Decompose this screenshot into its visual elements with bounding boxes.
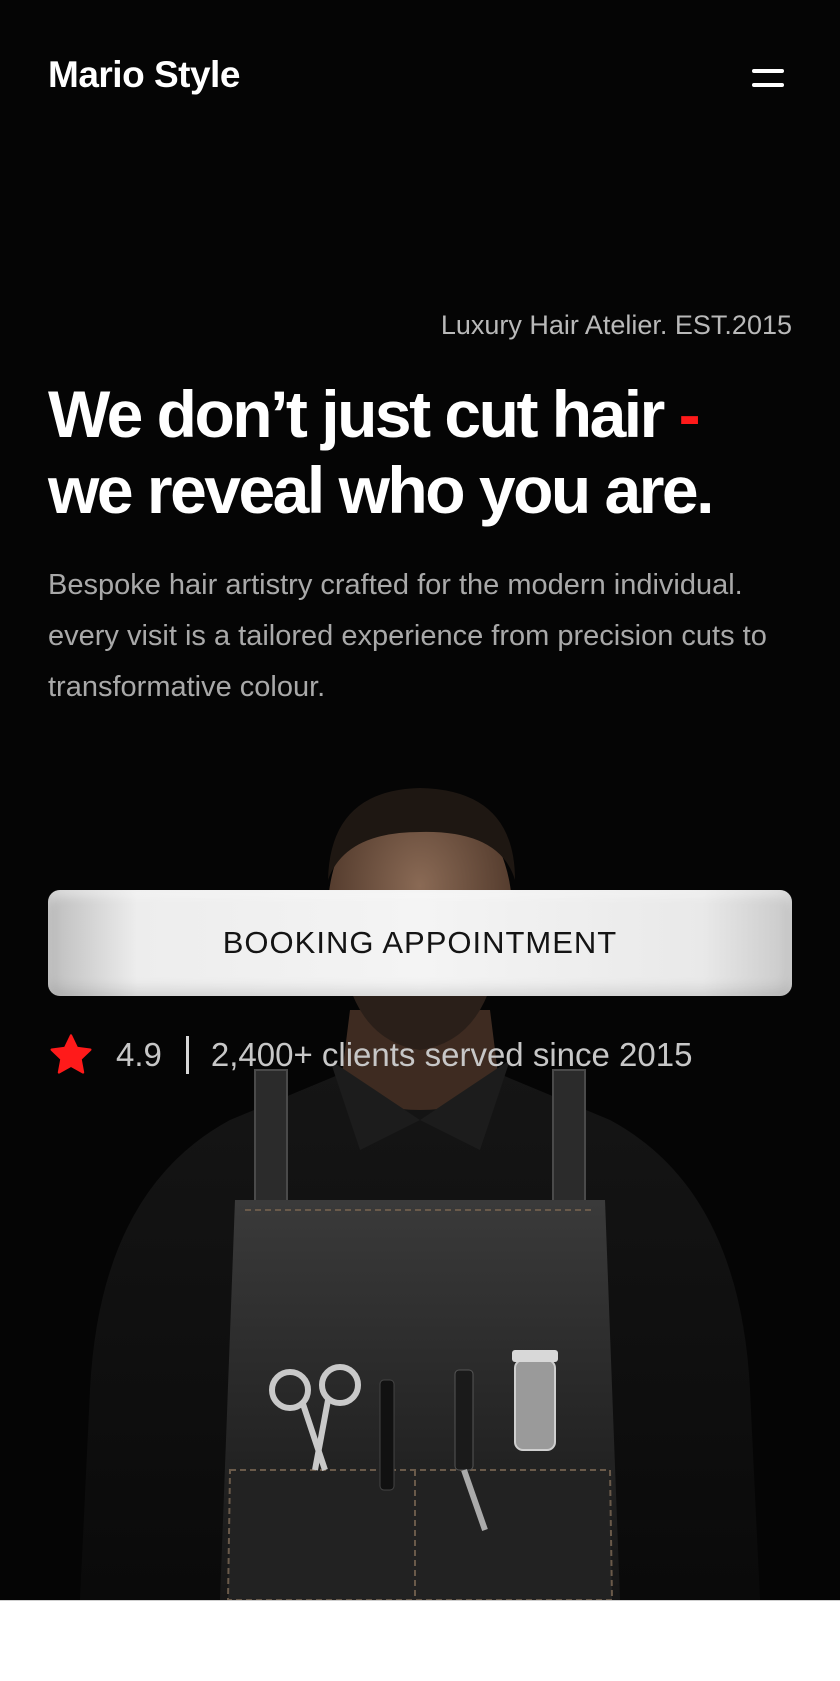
headline-line-1: We don’t just cut hair [48, 377, 665, 451]
headline-accent-dash: - [678, 377, 701, 451]
headline-line-2: we reveal who you are. [48, 453, 714, 527]
hero-description: Bespoke hair artistry crafted for the mo… [48, 569, 767, 703]
star-icon [50, 1034, 92, 1074]
rating-value: 4.9 [116, 1036, 162, 1073]
hamburger-menu-icon [752, 69, 784, 73]
booking-appointment-button[interactable]: BOOKING APPOINTMENT [48, 890, 792, 996]
rating-summary: 4.9 2,400+ clients served since 2015 [48, 1030, 692, 1080]
hero-headline: We don’t just cut hair - we reveal who yo… [48, 376, 808, 528]
menu-button[interactable] [744, 62, 788, 96]
rating-caption: 2,400+ clients served since 2015 [210, 1036, 693, 1073]
page-bottom-strip [0, 1600, 840, 1681]
hamburger-menu-icon-bar [752, 83, 784, 87]
rating-divider [185, 1036, 189, 1074]
brand-logo[interactable]: Mario Style [48, 54, 240, 96]
hero-section: Mario Style Luxury Hair Atelier. EST.201… [0, 0, 840, 1600]
hero-tagline: Luxury Hair Atelier. EST.2015 [440, 310, 792, 340]
